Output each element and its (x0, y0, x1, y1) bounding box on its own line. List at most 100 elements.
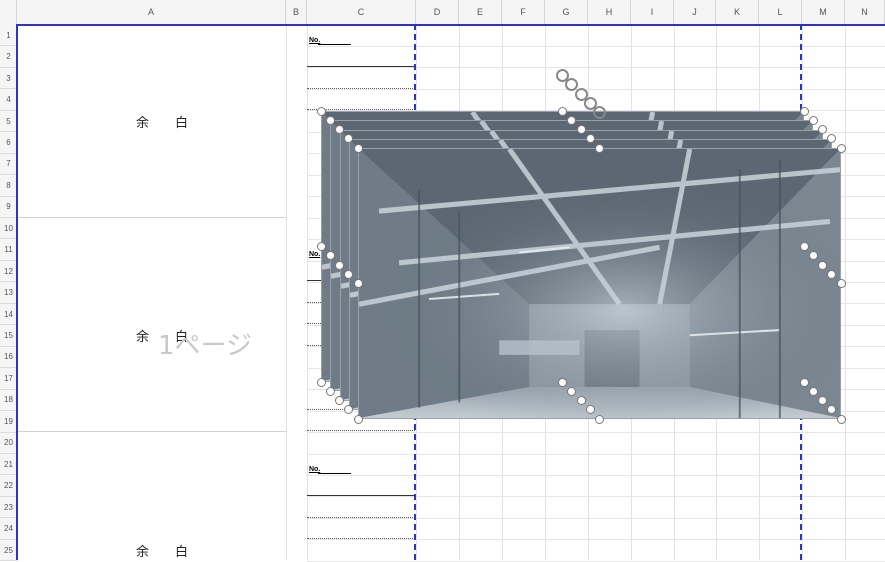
column-header-l[interactable]: L (759, 0, 802, 24)
resize-handle-top-right[interactable] (836, 143, 846, 153)
row-header-1[interactable]: 1 (0, 25, 17, 47)
resize-handle-top-right[interactable] (808, 115, 818, 125)
grid-line (307, 517, 885, 519)
grid-line (307, 539, 885, 541)
dotted-line (307, 430, 415, 431)
select-all-corner[interactable] (0, 0, 17, 24)
dotted-line (307, 88, 415, 89)
no-label: No. (309, 37, 321, 44)
column-header-f[interactable]: F (502, 0, 545, 24)
resize-handle-top-center[interactable] (558, 106, 567, 116)
grid-line (307, 475, 885, 476)
row-header-12[interactable]: 12 (0, 261, 17, 283)
row-header-22[interactable]: 22 (0, 475, 17, 497)
resize-handle-middle-left[interactable] (353, 279, 363, 289)
row-header-13[interactable]: 13 (0, 282, 17, 304)
grid-line (307, 432, 885, 434)
margin-label: 余白 (136, 116, 215, 131)
row-header-10[interactable]: 10 (0, 218, 17, 240)
grid-line (845, 24, 846, 560)
row-header-25[interactable]: 25 (0, 540, 17, 562)
resize-handle-bottom-left[interactable] (344, 405, 354, 415)
page-break-top (17, 24, 885, 26)
resize-handle-middle-right[interactable] (836, 279, 846, 289)
form-line (307, 495, 415, 496)
column-header-j[interactable]: J (674, 0, 716, 24)
grid-line (307, 496, 885, 498)
resize-handle-bottom-center[interactable] (595, 414, 605, 424)
resize-handle-top-left[interactable] (325, 115, 335, 125)
row-header-20[interactable]: 20 (0, 433, 17, 454)
resize-handle-top-left[interactable] (353, 143, 363, 153)
row-header-2[interactable]: 2 (0, 46, 17, 68)
row-header-19[interactable]: 19 (0, 411, 17, 433)
resize-handle-bottom-right[interactable] (836, 414, 846, 424)
row-header-16[interactable]: 16 (0, 347, 17, 369)
column-header-b[interactable]: B (286, 0, 307, 24)
column-header-g[interactable]: G (545, 0, 588, 24)
tunnel-scene (359, 149, 841, 419)
grid-line (286, 24, 287, 560)
no-label: No. (309, 251, 321, 258)
column-header-e[interactable]: E (459, 0, 502, 24)
merged-cell-a21[interactable]: 余白 (18, 453, 286, 560)
column-header-c[interactable]: C (307, 0, 416, 24)
row-header-15[interactable]: 15 (0, 325, 17, 347)
resize-handle-bottom-right[interactable] (808, 386, 818, 396)
resize-handle-bottom-left[interactable] (316, 377, 326, 387)
grid-line (307, 24, 308, 560)
resize-handle-bottom-left[interactable] (353, 414, 363, 424)
grid-line (307, 67, 885, 69)
resize-handle-middle-right[interactable] (818, 260, 828, 270)
column-header-a[interactable]: A (17, 0, 286, 24)
column-header-k[interactable]: K (716, 0, 759, 24)
row-header-3[interactable]: 3 (0, 68, 17, 90)
form-line (307, 66, 415, 67)
resize-handle-top-right[interactable] (827, 134, 837, 144)
column-header-m[interactable]: M (802, 0, 845, 24)
photo-5[interactable] (358, 148, 842, 420)
resize-handle-bottom-center[interactable] (576, 396, 586, 406)
merged-cell-a1[interactable]: 余白 (18, 25, 286, 218)
column-header-h[interactable]: H (588, 0, 631, 24)
row-header-11[interactable]: 11 (0, 240, 17, 261)
column-header-i[interactable]: I (631, 0, 674, 24)
row-header-14[interactable]: 14 (0, 304, 17, 326)
resize-handle-top-center[interactable] (576, 125, 586, 135)
column-header-d[interactable]: D (416, 0, 459, 24)
row-header-6[interactable]: 6 (0, 132, 17, 154)
resize-handle-top-right[interactable] (799, 106, 809, 116)
no-underline (318, 44, 351, 45)
grid-line (307, 46, 885, 47)
grid-line (307, 88, 885, 90)
margin-label: 余白 (136, 545, 215, 560)
resize-handle-top-left[interactable] (316, 106, 326, 116)
column-header-n[interactable]: N (845, 0, 885, 24)
resize-handle-bottom-center[interactable] (558, 377, 567, 387)
row-header-23[interactable]: 23 (0, 497, 17, 519)
resize-handle-middle-left[interactable] (335, 260, 345, 270)
resize-handle-middle-right[interactable] (799, 242, 809, 251)
grid-line (307, 453, 885, 455)
row-header-24[interactable]: 24 (0, 518, 17, 540)
dotted-line (307, 538, 415, 539)
no-underline (318, 473, 351, 474)
resize-handle-bottom-left[interactable] (335, 396, 345, 406)
row-header-5[interactable]: 5 (0, 111, 17, 133)
row-header-21[interactable]: 21 (0, 454, 17, 476)
no-label: No. (309, 466, 321, 473)
page-number-watermark: 1ページ (158, 331, 253, 361)
row-header-8[interactable]: 8 (0, 175, 17, 197)
row-header-17[interactable]: 17 (0, 368, 17, 390)
row-header-4[interactable]: 4 (0, 89, 17, 111)
column-header-bar: ABCDEFGHIJKLMN (0, 0, 885, 25)
page-break-left (16, 24, 18, 560)
row-header-7[interactable]: 7 (0, 154, 17, 176)
resize-handle-bottom-left[interactable] (325, 386, 335, 396)
resize-handle-middle-left[interactable] (316, 242, 326, 251)
row-header-18[interactable]: 18 (0, 390, 17, 412)
resize-handle-top-center[interactable] (595, 143, 605, 153)
row-header-9[interactable]: 9 (0, 197, 17, 219)
dotted-line (307, 517, 415, 518)
resize-handle-bottom-right[interactable] (799, 377, 809, 387)
